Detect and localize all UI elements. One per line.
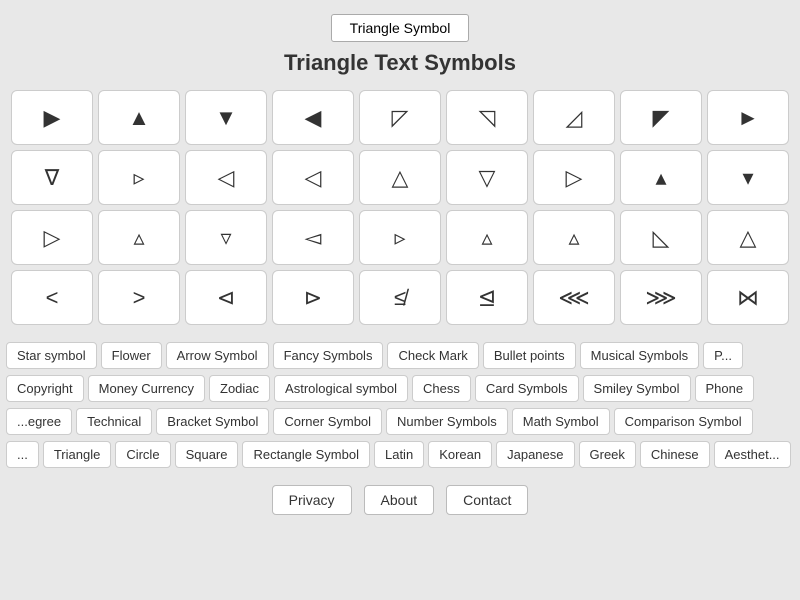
symbol-cell[interactable]: ◁ (185, 150, 267, 205)
symbol-cell[interactable]: ▽ (446, 150, 528, 205)
nav-arrow-symbol[interactable]: Arrow Symbol (166, 342, 269, 369)
symbol-cell[interactable]: ⋘ (533, 270, 615, 325)
symbol-cell[interactable]: △ (707, 210, 789, 265)
symbol-cell[interactable]: ▿ (185, 210, 267, 265)
nav-phone[interactable]: Phone (695, 375, 755, 402)
nav-japanese[interactable]: Japanese (496, 441, 574, 468)
nav-number-symbols[interactable]: Number Symbols (386, 408, 508, 435)
symbol-cell[interactable]: ◤ (620, 90, 702, 145)
contact-button[interactable]: Contact (446, 485, 528, 515)
symbol-cell[interactable]: ∇ (11, 150, 93, 205)
symbol-cell[interactable]: ◸ (359, 90, 441, 145)
symbol-cell[interactable]: ◺ (620, 210, 702, 265)
symbol-cell[interactable]: ▴ (620, 150, 702, 205)
symbol-cell[interactable]: < (11, 270, 93, 325)
top-button-area: Triangle Symbol (0, 0, 800, 50)
symbol-cell[interactable]: ▷ (11, 210, 93, 265)
privacy-button[interactable]: Privacy (272, 485, 352, 515)
nav-aesthetic[interactable]: Aesthet... (714, 441, 791, 468)
nav-card-symbols[interactable]: Card Symbols (475, 375, 579, 402)
symbol-cell[interactable]: ◅ (272, 210, 354, 265)
symbol-cell[interactable]: ⋈ (707, 270, 789, 325)
nav-star-symbol[interactable]: Star symbol (6, 342, 97, 369)
nav-smiley-symbol[interactable]: Smiley Symbol (583, 375, 691, 402)
triangle-symbol-button[interactable]: Triangle Symbol (331, 14, 470, 42)
nav-money-currency[interactable]: Money Currency (88, 375, 205, 402)
nav-zodiac[interactable]: Zodiac (209, 375, 270, 402)
nav-latin[interactable]: Latin (374, 441, 424, 468)
nav-chinese[interactable]: Chinese (640, 441, 710, 468)
nav-copyright[interactable]: Copyright (6, 375, 84, 402)
symbols-grid: ▶ ▲ ▼ ◀ ◸ ◹ ◿ ◤ ► ∇ ▹ ◁ ◁ △ ▽ ▷ ▴ ▾ ▷ ▵ … (1, 90, 799, 325)
symbol-cell[interactable]: ▼ (185, 90, 267, 145)
nav-technical[interactable]: Technical (76, 408, 152, 435)
page-title: Triangle Text Symbols (284, 50, 516, 76)
symbol-cell[interactable]: ▶ (11, 90, 93, 145)
nav-triangle[interactable]: Triangle (43, 441, 111, 468)
nav-chess[interactable]: Chess (412, 375, 471, 402)
nav-row-1: Star symbol Flower Arrow Symbol Fancy Sy… (0, 339, 800, 372)
nav-math-symbol[interactable]: Math Symbol (512, 408, 610, 435)
nav-ellipsis[interactable]: ... (6, 441, 39, 468)
footer: Privacy About Contact (272, 485, 529, 527)
symbol-cell[interactable]: △ (359, 150, 441, 205)
symbol-cell[interactable]: ◿ (533, 90, 615, 145)
symbol-cell[interactable]: ◀ (272, 90, 354, 145)
symbol-cell[interactable]: ⊲ (185, 270, 267, 325)
symbol-cell[interactable]: ◁ (272, 150, 354, 205)
nav-korean[interactable]: Korean (428, 441, 492, 468)
symbol-cell[interactable]: ► (707, 90, 789, 145)
symbol-cell[interactable]: ⋙ (620, 270, 702, 325)
nav-musical-symbols[interactable]: Musical Symbols (580, 342, 700, 369)
symbol-cell[interactable]: ▵ (446, 210, 528, 265)
nav-links-area: Star symbol Flower Arrow Symbol Fancy Sy… (0, 339, 800, 475)
symbol-cell[interactable]: ≰ (359, 270, 441, 325)
nav-greek[interactable]: Greek (579, 441, 636, 468)
symbol-cell[interactable]: ▷ (533, 150, 615, 205)
nav-p[interactable]: P... (703, 342, 743, 369)
nav-row-4: ... Triangle Circle Square Rectangle Sym… (0, 438, 800, 471)
nav-fancy-symbols[interactable]: Fancy Symbols (273, 342, 384, 369)
nav-degree[interactable]: ...egree (6, 408, 72, 435)
symbol-cell[interactable]: > (98, 270, 180, 325)
symbol-cell[interactable]: ⊳ (272, 270, 354, 325)
symbol-cell[interactable]: ⊴ (446, 270, 528, 325)
nav-bullet-points[interactable]: Bullet points (483, 342, 576, 369)
nav-circle[interactable]: Circle (115, 441, 170, 468)
symbol-cell[interactable]: ▹ (359, 210, 441, 265)
symbol-cell[interactable]: ◹ (446, 90, 528, 145)
nav-check-mark[interactable]: Check Mark (387, 342, 478, 369)
nav-row-3: ...egree Technical Bracket Symbol Corner… (0, 405, 800, 438)
nav-rectangle-symbol[interactable]: Rectangle Symbol (242, 441, 370, 468)
symbol-cell[interactable]: ▲ (98, 90, 180, 145)
nav-astrological-symbol[interactable]: Astrological symbol (274, 375, 408, 402)
nav-corner-symbol[interactable]: Corner Symbol (273, 408, 382, 435)
symbol-cell[interactable]: ▹ (98, 150, 180, 205)
nav-row-2: Copyright Money Currency Zodiac Astrolog… (0, 372, 800, 405)
symbol-cell[interactable]: ▵ (533, 210, 615, 265)
symbol-cell[interactable]: ▾ (707, 150, 789, 205)
nav-bracket-symbol[interactable]: Bracket Symbol (156, 408, 269, 435)
nav-flower[interactable]: Flower (101, 342, 162, 369)
nav-square[interactable]: Square (175, 441, 239, 468)
symbol-cell[interactable]: ▵ (98, 210, 180, 265)
about-button[interactable]: About (364, 485, 435, 515)
nav-comparison-symbol[interactable]: Comparison Symbol (614, 408, 753, 435)
